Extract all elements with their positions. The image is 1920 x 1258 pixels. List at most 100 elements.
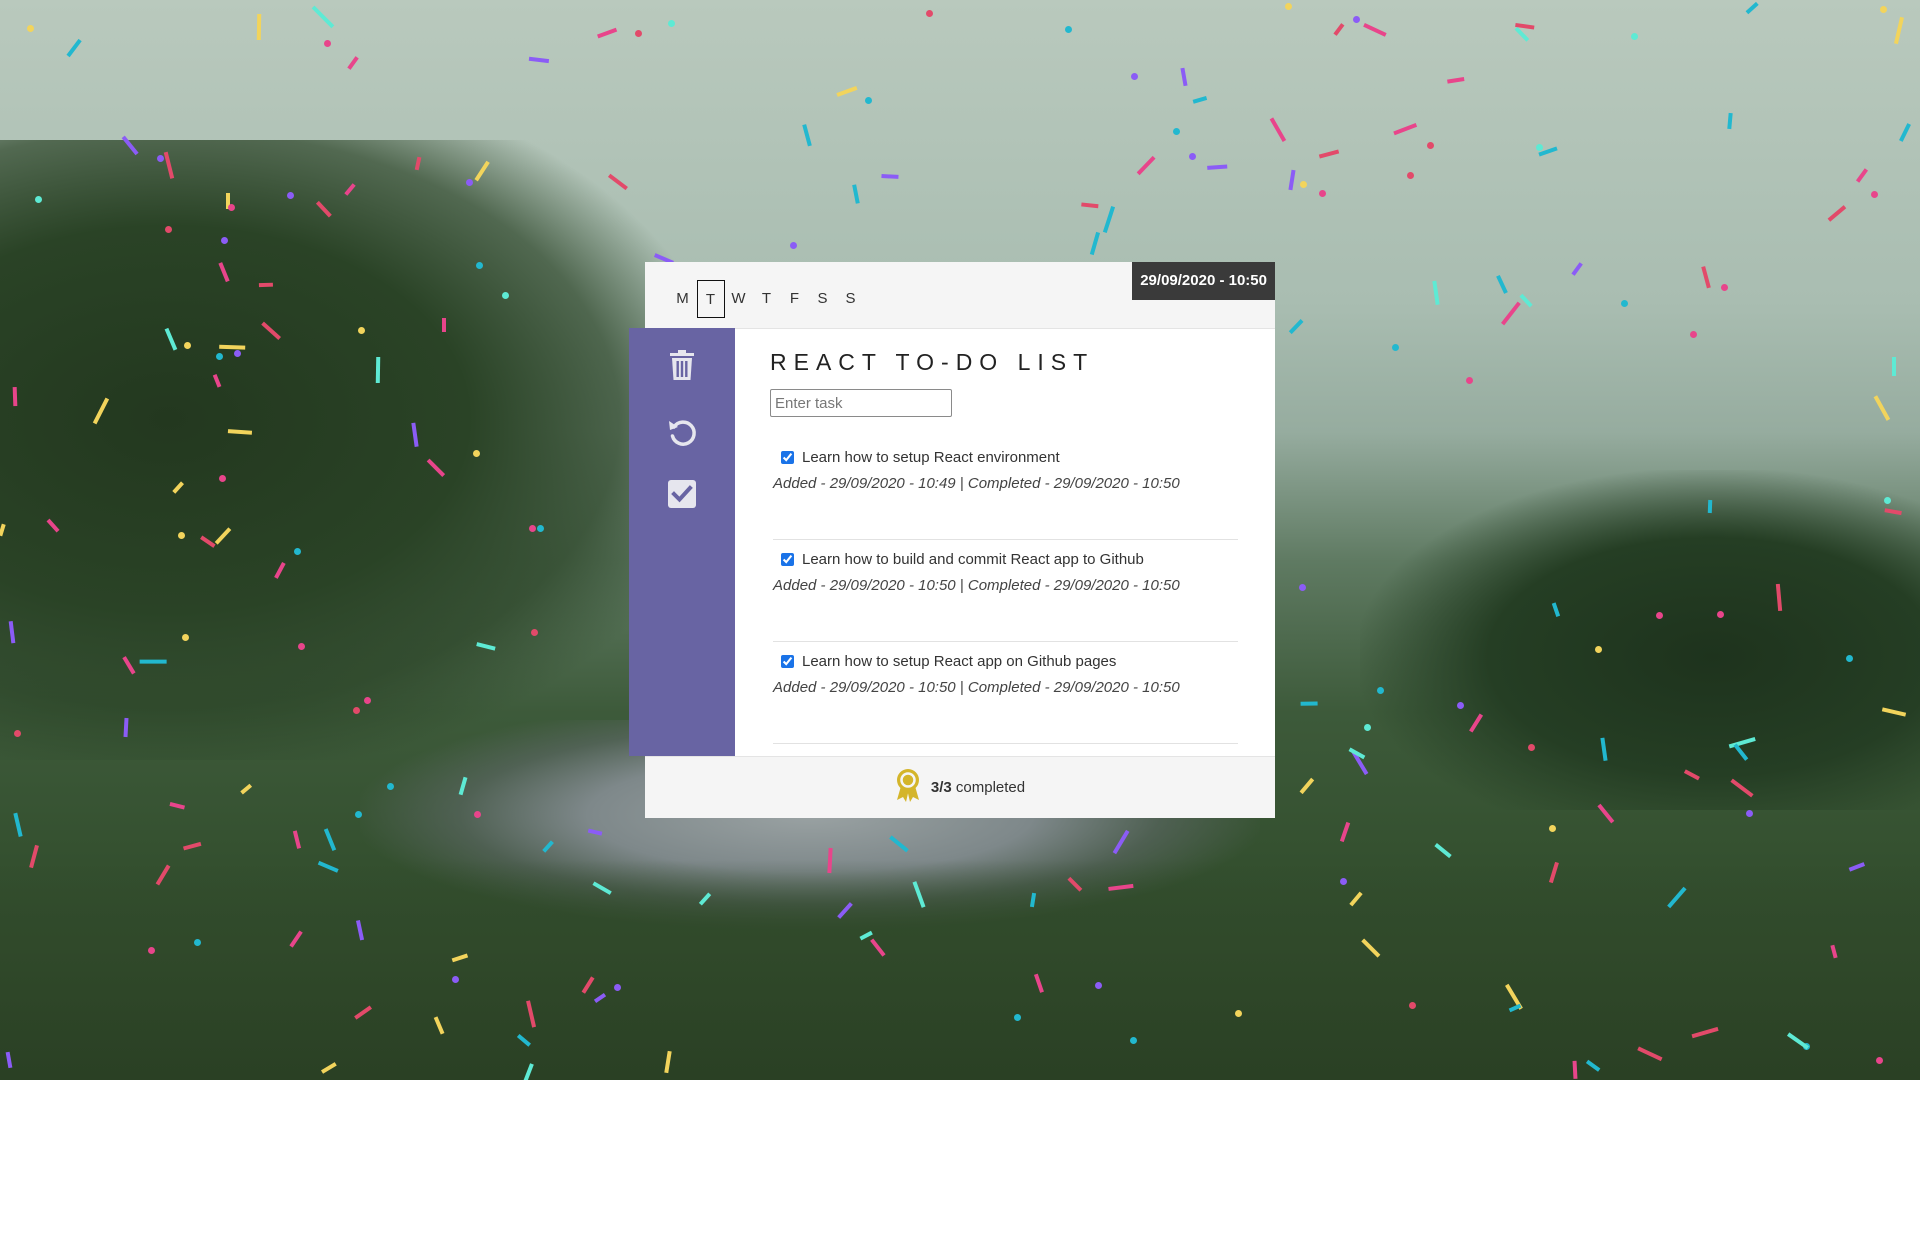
confetti-piece: [1352, 15, 1360, 23]
confetti-piece: [1899, 123, 1912, 143]
confetti-piece: [1690, 331, 1698, 339]
confetti-piece: [1407, 172, 1414, 180]
confetti-piece: [925, 10, 933, 18]
confetti-piece: [1130, 73, 1138, 81]
confetti-piece: [465, 178, 473, 186]
confetti-piece: [1392, 122, 1417, 136]
task-checkbox[interactable]: [781, 451, 794, 464]
confetti-piece: [1570, 261, 1583, 276]
day-sunday[interactable]: S: [837, 280, 865, 318]
confetti-piece: [357, 326, 365, 334]
confetti-piece: [1206, 164, 1227, 171]
confetti-piece: [1173, 128, 1181, 136]
confetti-piece: [836, 86, 858, 97]
confetti-piece: [1064, 25, 1072, 33]
confetti-piece: [1192, 95, 1208, 104]
confetti-piece: [1655, 612, 1663, 620]
confetti-piece: [1535, 144, 1543, 152]
current-datetime: 29/09/2020 - 10:50: [1132, 262, 1275, 300]
confetti-piece: [1434, 843, 1452, 859]
confetti-piece: [1090, 231, 1101, 255]
check-square-icon[interactable]: [665, 477, 699, 511]
confetti-piece: [1333, 23, 1345, 36]
task-meta: Added - 29/09/2020 - 10:50 | Completed -…: [773, 679, 1180, 696]
confetti-piece: [1094, 982, 1102, 990]
confetti-piece: [1631, 33, 1639, 41]
trash-icon[interactable]: [665, 348, 699, 382]
confetti-piece: [1447, 76, 1465, 84]
confetti-piece: [634, 29, 642, 37]
confetti-piece: [668, 19, 676, 27]
task-text: Learn how to setup React environment: [802, 449, 1060, 466]
confetti-piece: [1457, 701, 1465, 709]
task-checkbox[interactable]: [781, 553, 794, 566]
confetti-piece: [183, 341, 191, 349]
confetti-piece: [1299, 181, 1307, 189]
confetti-piece: [1288, 319, 1304, 335]
day-thursday[interactable]: T: [753, 280, 781, 318]
confetti-piece: [451, 976, 459, 984]
confetti-piece: [1136, 155, 1156, 176]
completion-footer: 3/3 completed: [645, 756, 1275, 818]
confetti-piece: [1300, 701, 1319, 707]
confetti-piece: [1180, 67, 1188, 86]
confetti-piece: [864, 96, 872, 104]
confetti-piece: [1298, 584, 1306, 592]
confetti-piece: [1284, 3, 1292, 11]
confetti-piece: [13, 729, 21, 737]
confetti-piece: [13, 812, 23, 837]
confetti-piece: [1891, 357, 1896, 376]
confetti-piece: [259, 282, 274, 287]
confetti-piece: [1883, 496, 1891, 504]
confetti-piece: [311, 5, 335, 29]
confetti-piece: [1129, 1037, 1137, 1045]
confetti-piece: [1299, 777, 1315, 794]
confetti-piece: [1873, 395, 1890, 421]
day-tuesday[interactable]: T: [697, 280, 725, 318]
confetti-piece: [286, 191, 294, 199]
confetti-piece: [240, 783, 253, 795]
task-input[interactable]: [770, 389, 952, 417]
confetti-piece: [182, 842, 202, 851]
task-item: Learn how to build and commit React app …: [773, 541, 1238, 642]
confetti-piece: [1519, 293, 1534, 308]
day-wednesday[interactable]: W: [725, 280, 753, 318]
confetti-piece: [852, 184, 861, 204]
confetti-piece: [27, 25, 35, 33]
confetti-piece: [1595, 645, 1603, 653]
confetti-piece: [881, 174, 900, 180]
task-checkbox[interactable]: [781, 655, 794, 668]
confetti-piece: [256, 13, 261, 40]
confetti-piece: [1745, 809, 1753, 817]
confetti-piece: [292, 830, 301, 849]
confetti-piece: [66, 38, 82, 58]
confetti-piece: [1514, 27, 1530, 43]
completion-count: 3/3: [930, 779, 952, 796]
confetti-piece: [1391, 343, 1399, 351]
confetti-piece: [1720, 284, 1728, 292]
confetti-piece: [1893, 16, 1904, 44]
confetti-piece: [472, 449, 480, 457]
confetti-piece: [1716, 611, 1724, 619]
task-meta: Added - 29/09/2020 - 10:50 | Completed -…: [773, 577, 1180, 594]
grass-field: [0, 860, 1920, 1080]
day-monday[interactable]: M: [669, 280, 697, 318]
confetti-piece: [1426, 141, 1434, 149]
task-text: Learn how to build and commit React app …: [802, 551, 1144, 568]
confetti-piece: [1548, 825, 1556, 833]
forest-hill-left: [0, 140, 700, 760]
undo-icon[interactable]: [665, 415, 699, 449]
confetti-piece: [1871, 191, 1879, 199]
confetti-piece: [536, 524, 544, 532]
day-saturday[interactable]: S: [809, 280, 837, 318]
confetti-piece: [1339, 822, 1351, 843]
confetti-piece: [790, 242, 797, 250]
confetti-piece: [123, 718, 129, 738]
confetti-piece: [1432, 280, 1440, 305]
confetti-piece: [1727, 112, 1734, 129]
confetti-piece: [1103, 205, 1116, 233]
confetti-piece: [476, 261, 484, 269]
task-list: Learn how to setup React environment Add…: [773, 439, 1238, 744]
day-friday[interactable]: F: [781, 280, 809, 318]
confetti-piece: [323, 827, 337, 851]
